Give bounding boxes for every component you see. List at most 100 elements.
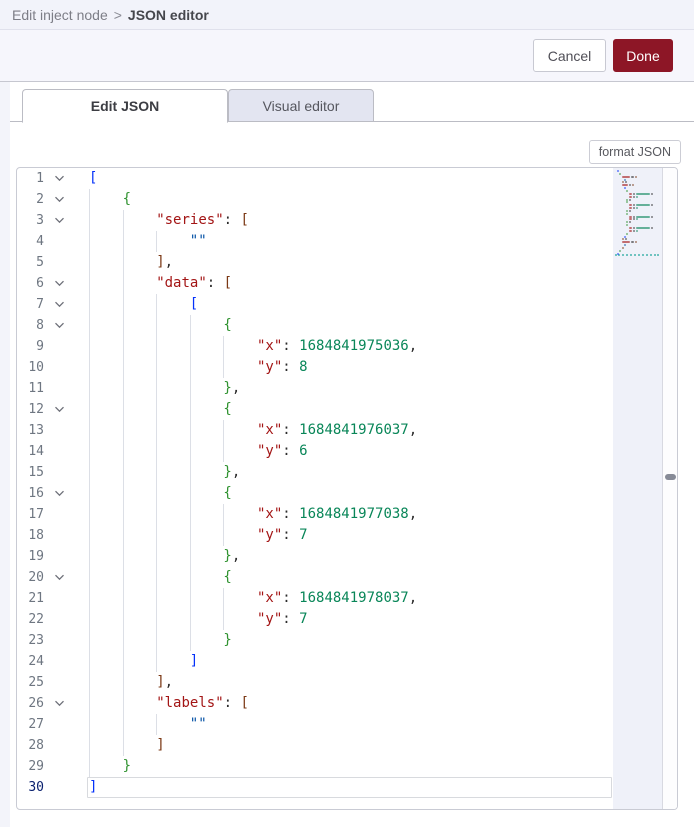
gutter-row: 8 xyxy=(17,315,63,336)
indent-guide xyxy=(89,315,90,336)
fold-chevron-icon[interactable] xyxy=(49,294,69,315)
line-number[interactable]: 6 xyxy=(17,273,44,294)
indent-guide xyxy=(123,714,124,735)
token-pun: , xyxy=(409,590,417,606)
minimap-mark xyxy=(633,230,635,232)
line-number[interactable]: 3 xyxy=(17,210,44,231)
fold-chevron-icon[interactable] xyxy=(49,567,69,588)
indent-guide xyxy=(89,735,90,756)
indent-guide xyxy=(89,546,90,567)
gutter-row: 26 xyxy=(17,693,63,714)
line-number[interactable]: 19 xyxy=(17,546,44,567)
indent-guide xyxy=(89,441,90,462)
fold-chevron-icon[interactable] xyxy=(49,168,69,189)
token-b1: { xyxy=(123,191,131,207)
indent-guide xyxy=(123,336,124,357)
breadcrumb-separator: > xyxy=(114,7,122,23)
token-pun: : xyxy=(282,527,299,543)
line-number[interactable]: 11 xyxy=(17,378,44,399)
line-number[interactable]: 8 xyxy=(17,315,44,336)
editor-scrollbar[interactable] xyxy=(662,168,677,809)
token-b1: { xyxy=(223,317,231,333)
line-number[interactable]: 15 xyxy=(17,462,44,483)
minimap-mark xyxy=(636,230,638,232)
minimap-mark xyxy=(617,253,619,255)
fold-chevron-icon[interactable] xyxy=(49,210,69,231)
line-number[interactable]: 5 xyxy=(17,252,44,273)
indent-guide xyxy=(89,483,90,504)
line-number[interactable]: 10 xyxy=(17,357,44,378)
indent-guide xyxy=(89,189,90,210)
line-number[interactable]: 2 xyxy=(17,189,44,210)
indent-guide xyxy=(123,294,124,315)
gutter-row: 11 xyxy=(17,378,63,399)
token-b2: ] xyxy=(156,674,164,690)
line-number[interactable]: 7 xyxy=(17,294,44,315)
fold-chevron-icon[interactable] xyxy=(49,483,69,504)
line-number[interactable]: 29 xyxy=(17,756,44,777)
line-number[interactable]: 1 xyxy=(17,168,44,189)
line-number[interactable]: 20 xyxy=(17,567,44,588)
token-key: "x" xyxy=(257,590,282,606)
cancel-button[interactable]: Cancel xyxy=(533,39,606,72)
line-number[interactable]: 22 xyxy=(17,609,44,630)
fold-chevron-icon[interactable] xyxy=(49,693,69,714)
line-number[interactable]: 23 xyxy=(17,630,44,651)
indent-guide xyxy=(123,630,124,651)
done-button[interactable]: Done xyxy=(613,39,673,72)
tab-visual-editor[interactable]: Visual editor xyxy=(228,89,374,122)
gutter-row: 1 xyxy=(17,168,63,189)
code-line-text: } xyxy=(123,756,131,777)
minimap-mark xyxy=(619,250,621,252)
token-pun: , xyxy=(409,506,417,522)
line-number[interactable]: 25 xyxy=(17,672,44,693)
tab-edit-json[interactable]: Edit JSON xyxy=(22,89,228,123)
token-num: 6 xyxy=(299,443,307,459)
line-number[interactable]: 27 xyxy=(17,714,44,735)
indent-guide xyxy=(156,441,157,462)
minimap-mark xyxy=(633,207,635,209)
indent-guide xyxy=(123,525,124,546)
fold-chevron-icon[interactable] xyxy=(49,315,69,336)
line-number[interactable]: 30 xyxy=(17,777,44,798)
line-number[interactable]: 4 xyxy=(17,231,44,252)
token-b1: { xyxy=(223,485,231,501)
indent-guide xyxy=(89,420,90,441)
code-line-text: "y": 6 xyxy=(257,441,308,462)
token-pun: : xyxy=(224,695,241,711)
minimap-mark xyxy=(622,181,624,183)
line-number[interactable]: 28 xyxy=(17,735,44,756)
line-number[interactable]: 14 xyxy=(17,441,44,462)
line-number[interactable]: 9 xyxy=(17,336,44,357)
token-pun: , xyxy=(165,254,173,270)
fold-chevron-icon[interactable] xyxy=(49,273,69,294)
indent-guide xyxy=(156,462,157,483)
gutter-row: 20 xyxy=(17,567,63,588)
token-pun: : xyxy=(282,359,299,375)
fold-chevron-icon[interactable] xyxy=(49,399,69,420)
code-editor[interactable]: 1234567891011121314151617181920212223242… xyxy=(16,167,678,810)
token-num: 1684841976037 xyxy=(299,422,409,438)
line-number[interactable]: 13 xyxy=(17,420,44,441)
line-number[interactable]: 17 xyxy=(17,504,44,525)
indent-guide xyxy=(156,546,157,567)
fold-chevron-icon[interactable] xyxy=(49,189,69,210)
line-number[interactable]: 16 xyxy=(17,483,44,504)
editor-minimap[interactable] xyxy=(613,168,662,809)
indent-guide xyxy=(89,504,90,525)
line-number[interactable]: 18 xyxy=(17,525,44,546)
minimap-end-marker xyxy=(615,254,659,256)
gutter-row: 21 xyxy=(17,588,63,609)
line-number[interactable]: 26 xyxy=(17,693,44,714)
scrollbar-thumb[interactable] xyxy=(665,474,676,480)
line-number[interactable]: 12 xyxy=(17,399,44,420)
token-pun: : xyxy=(282,443,299,459)
format-json-button[interactable]: format JSON xyxy=(589,140,681,164)
token-b0: [ xyxy=(190,296,198,312)
minimap-mark xyxy=(633,193,635,195)
line-number[interactable]: 24 xyxy=(17,651,44,672)
code-line-text: "x": 1684841975036, xyxy=(257,336,417,357)
minimap-mark xyxy=(635,176,637,178)
minimap-mark xyxy=(626,233,628,235)
line-number[interactable]: 21 xyxy=(17,588,44,609)
